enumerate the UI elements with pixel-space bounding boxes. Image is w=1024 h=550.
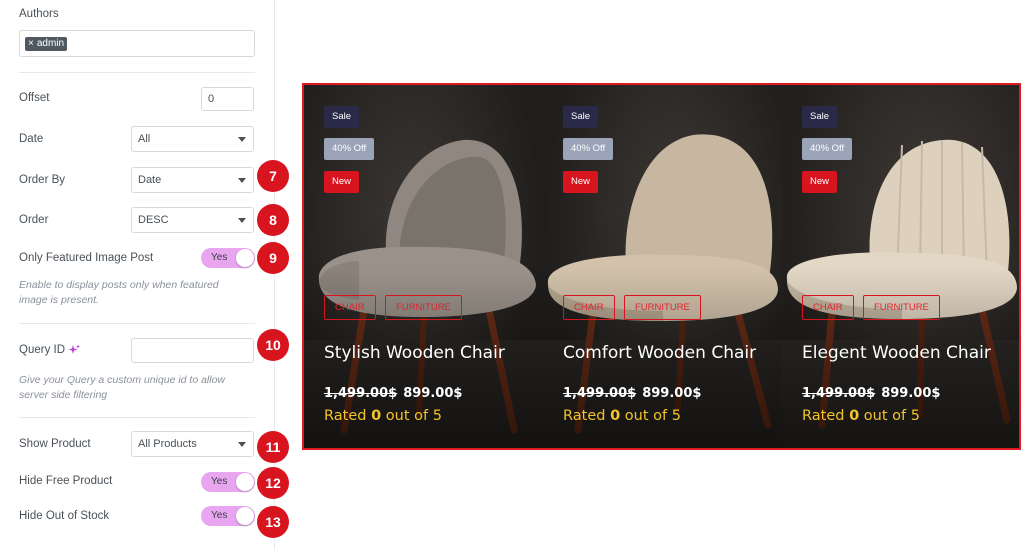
offset-input[interactable]: 0 (201, 87, 254, 111)
query-id-description: Give your Query a custom unique id to al… (19, 374, 226, 401)
author-tag-label: admin (36, 38, 65, 49)
product-card[interactable]: Sale 40% Off New CHAIR FURNITURE Comfort… (543, 85, 782, 448)
product-grid-preview: Sale 40% Off New CHAIR FURNITURE Stylish… (302, 83, 1021, 450)
show-product-label: Show Product (19, 438, 91, 450)
new-badge: New (802, 171, 838, 193)
order-select[interactable]: DESC (131, 207, 254, 233)
toggle-label: Yes (211, 510, 228, 521)
sale-badge: Sale (563, 106, 599, 128)
step-badge: 11 (257, 431, 289, 463)
date-value: All (138, 133, 151, 145)
order-label: Order (19, 214, 49, 226)
category-furniture-tag[interactable]: FURNITURE (385, 295, 462, 320)
category-furniture-tag[interactable]: FURNITURE (624, 295, 701, 320)
authors-input[interactable]: × admin (19, 30, 255, 57)
rating-prefix: Rated (802, 408, 850, 424)
sale-price: 899.00$ (403, 386, 463, 401)
rating-suffix: out of 5 (620, 408, 681, 424)
category-furniture-tag[interactable]: FURNITURE (863, 295, 940, 320)
product-title[interactable]: Comfort Wooden Chair (563, 343, 756, 363)
sale-price: 899.00$ (642, 386, 702, 401)
product-card[interactable]: Sale 40% Off New CHAIR FURNITURE Stylish… (304, 85, 543, 448)
toggle-knob (236, 473, 254, 491)
featured-image-description: Enable to display posts only when featur… (19, 279, 219, 306)
rating-value: 0 (610, 408, 621, 424)
show-product-value: All Products (138, 438, 197, 450)
old-price: 1,499.00$ (324, 386, 398, 401)
order-by-label: Order By (19, 174, 66, 186)
divider (19, 417, 255, 418)
hide-free-toggle[interactable]: Yes (201, 472, 255, 492)
rating-prefix: Rated (324, 408, 372, 424)
hide-out-of-stock-toggle[interactable]: Yes (201, 506, 255, 526)
query-id-input[interactable] (131, 338, 254, 363)
toggle-knob (236, 249, 254, 267)
step-badge: 12 (257, 467, 289, 499)
old-price: 1,499.00$ (563, 386, 637, 401)
old-price: 1,499.00$ (802, 386, 876, 401)
divider (19, 323, 255, 324)
show-product-select[interactable]: All Products (131, 431, 254, 457)
ai-sparkle-icon[interactable] (68, 344, 80, 356)
authors-label: Authors (19, 8, 59, 20)
sale-badge: Sale (324, 106, 360, 128)
featured-image-label: Only Featured Image Post (19, 252, 154, 264)
caret-down-icon (238, 442, 246, 447)
order-by-select[interactable]: Date (131, 167, 254, 193)
toggle-label: Yes (211, 476, 228, 487)
product-price: 1,499.00$ 899.00$ (802, 386, 940, 401)
category-chair-tag[interactable]: CHAIR (324, 295, 376, 320)
category-chair-tag[interactable]: CHAIR (563, 295, 615, 320)
caret-down-icon (238, 178, 246, 183)
sale-badge: Sale (802, 106, 838, 128)
product-card[interactable]: Sale 40% Off New CHAIR FURNITURE Elegent… (782, 85, 1019, 448)
product-rating: Rated 0 out of 5 (802, 408, 920, 424)
step-badge: 7 (257, 160, 289, 192)
caret-down-icon (238, 218, 246, 223)
offset-label: Offset (19, 92, 50, 104)
product-title[interactable]: Elegent Wooden Chair (802, 343, 991, 363)
featured-image-toggle[interactable]: Yes (201, 248, 255, 268)
step-badge: 10 (257, 329, 289, 361)
order-by-value: Date (138, 174, 162, 186)
sale-price: 899.00$ (881, 386, 941, 401)
discount-badge: 40% Off (324, 138, 375, 160)
product-rating: Rated 0 out of 5 (563, 408, 681, 424)
divider (19, 72, 255, 73)
rating-prefix: Rated (563, 408, 611, 424)
product-rating: Rated 0 out of 5 (324, 408, 442, 424)
step-badge: 9 (257, 242, 289, 274)
step-badge: 8 (257, 204, 289, 236)
toggle-knob (236, 507, 254, 525)
date-select[interactable]: All (131, 126, 254, 152)
new-badge: New (324, 171, 360, 193)
date-label: Date (19, 133, 44, 145)
rating-suffix: out of 5 (381, 408, 442, 424)
order-value: DESC (138, 214, 169, 226)
query-settings-panel: Authors × admin Offset 0 Date All Order B… (0, 0, 275, 550)
rating-suffix: out of 5 (859, 408, 920, 424)
step-badge: 13 (257, 506, 289, 538)
rating-value: 0 (849, 408, 860, 424)
product-price: 1,499.00$ 899.00$ (563, 386, 701, 401)
caret-down-icon (238, 137, 246, 142)
discount-badge: 40% Off (802, 138, 853, 160)
new-badge: New (563, 171, 599, 193)
product-price: 1,499.00$ 899.00$ (324, 386, 462, 401)
category-chair-tag[interactable]: CHAIR (802, 295, 854, 320)
toggle-label: Yes (211, 252, 228, 263)
product-title[interactable]: Stylish Wooden Chair (324, 343, 505, 363)
hide-free-label: Hide Free Product (19, 475, 113, 487)
hide-out-of-stock-label: Hide Out of Stock (19, 510, 110, 522)
query-id-label: Query ID (19, 344, 66, 356)
rating-value: 0 (371, 408, 382, 424)
remove-tag-icon[interactable]: × (28, 38, 34, 49)
author-tag[interactable]: × admin (25, 37, 68, 51)
discount-badge: 40% Off (563, 138, 614, 160)
